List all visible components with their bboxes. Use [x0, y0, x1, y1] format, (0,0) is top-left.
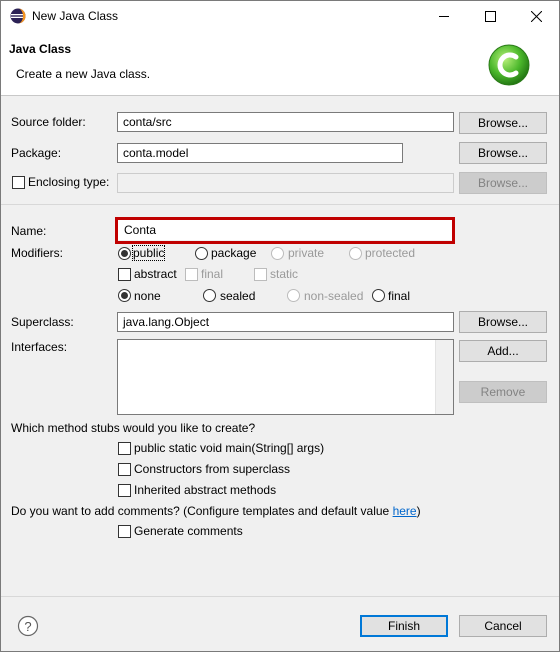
- enclosing-type-checkbox[interactable]: [12, 176, 25, 189]
- minimize-icon: [438, 15, 449, 17]
- modifier-public-label: public: [131, 245, 166, 261]
- modifier-public-radio[interactable]: [118, 247, 131, 260]
- finish-button[interactable]: Finish: [360, 615, 448, 637]
- inherited-methods-checkbox[interactable]: [118, 484, 131, 497]
- add-interface-button[interactable]: Add...: [459, 340, 547, 362]
- comments-question: Do you want to add comments? (Configure …: [11, 504, 421, 518]
- sealing-non-sealed-radio: [287, 289, 300, 302]
- close-button[interactable]: [513, 1, 559, 31]
- modifier-protected-label: protected: [365, 246, 416, 260]
- sealing-sealed-radio[interactable]: [203, 289, 216, 302]
- cancel-button[interactable]: Cancel: [459, 615, 547, 637]
- window-title: New Java Class: [32, 9, 119, 23]
- main-method-label: public static void main(String[] args): [134, 441, 325, 455]
- interfaces-list[interactable]: [117, 339, 454, 415]
- sealing-final-radio[interactable]: [372, 289, 385, 302]
- package-browse-button[interactable]: Browse...: [459, 142, 547, 164]
- package-field[interactable]: conta.model: [117, 143, 403, 163]
- interfaces-scrollbar[interactable]: [435, 340, 453, 414]
- package-label: Package:: [11, 146, 62, 160]
- modifier-private-label: private: [288, 246, 325, 260]
- modifier-final-checkbox: [185, 268, 198, 281]
- maximize-button[interactable]: [467, 1, 513, 31]
- configure-templates-link[interactable]: here: [393, 504, 417, 518]
- modifier-final-label: final: [201, 267, 224, 281]
- sealing-none-label: none: [134, 289, 161, 303]
- inherited-methods-label: Inherited abstract methods: [134, 483, 277, 497]
- footer-separator: [1, 596, 559, 597]
- java-class-icon: [488, 44, 530, 86]
- modifier-abstract-label: abstract: [134, 267, 177, 281]
- modifier-static-label: static: [270, 267, 299, 281]
- modifiers-label: Modifiers:: [11, 246, 64, 260]
- modifier-abstract-checkbox[interactable]: [118, 268, 131, 281]
- page-description: Create a new Java class.: [16, 67, 151, 81]
- header-banner: Java Class Create a new Java class.: [1, 31, 559, 96]
- maximize-icon: [484, 10, 496, 22]
- constructors-label: Constructors from superclass: [134, 462, 291, 476]
- title-bar: New Java Class: [1, 1, 559, 31]
- name-highlight-box: [115, 217, 455, 244]
- modifier-protected-radio: [349, 247, 362, 260]
- modifier-package-radio[interactable]: [195, 247, 208, 260]
- svg-text:?: ?: [24, 619, 31, 634]
- dialog-window: New Java Class Java Class Create a new J…: [0, 0, 560, 652]
- remove-interface-button: Remove: [459, 381, 547, 403]
- eclipse-icon: [10, 8, 26, 24]
- minimize-button[interactable]: [421, 1, 467, 31]
- method-stubs-question: Which method stubs would you like to cre…: [11, 421, 256, 435]
- modifier-package-label: package: [211, 246, 257, 260]
- sealing-none-radio[interactable]: [118, 289, 131, 302]
- separator: [1, 204, 559, 205]
- close-icon: [530, 10, 542, 22]
- superclass-browse-button[interactable]: Browse...: [459, 311, 547, 333]
- generate-comments-checkbox[interactable]: [118, 525, 131, 538]
- modifier-private-radio: [271, 247, 284, 260]
- source-folder-field[interactable]: conta/src: [117, 112, 454, 132]
- help-icon[interactable]: ?: [17, 615, 39, 637]
- sealing-sealed-label: sealed: [220, 289, 256, 303]
- enclosing-type-field: [117, 173, 454, 193]
- name-label: Name:: [11, 224, 47, 238]
- main-method-checkbox[interactable]: [118, 442, 131, 455]
- sealing-final-label: final: [388, 289, 411, 303]
- generate-comments-label: Generate comments: [134, 524, 243, 538]
- constructors-checkbox[interactable]: [118, 463, 131, 476]
- page-title: Java Class: [9, 42, 72, 56]
- source-folder-browse-button[interactable]: Browse...: [459, 112, 547, 134]
- interfaces-label: Interfaces:: [11, 340, 68, 354]
- superclass-label: Superclass:: [11, 315, 74, 329]
- source-folder-label: Source folder:: [11, 115, 86, 129]
- modifier-static-checkbox: [254, 268, 267, 281]
- sealing-non-sealed-label: non-sealed: [304, 289, 364, 303]
- superclass-field[interactable]: java.lang.Object: [117, 312, 454, 332]
- enclosing-type-browse-button: Browse...: [459, 172, 547, 194]
- enclosing-type-label: Enclosing type:: [28, 175, 110, 189]
